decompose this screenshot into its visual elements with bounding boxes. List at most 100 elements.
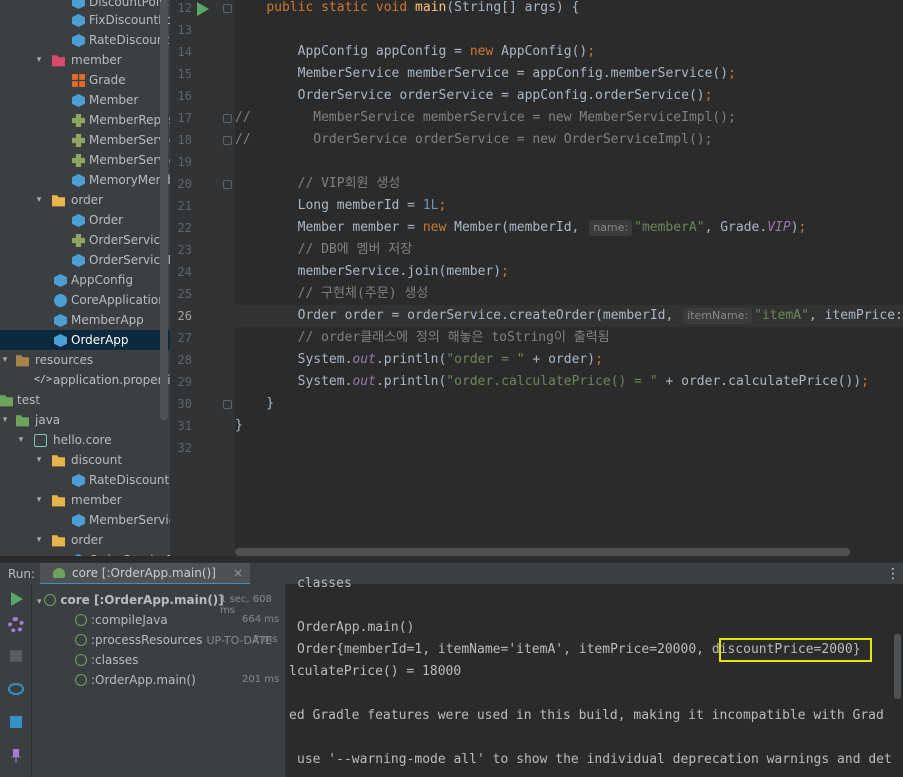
tree-item-label: RateDiscountPo: [89, 473, 170, 487]
tree-item[interactable]: ▾ member: [0, 490, 170, 510]
fold-marker-icon[interactable]: [223, 400, 232, 409]
tree-scrollbar[interactable]: [160, 0, 168, 420]
chevron-down-icon[interactable]: ▾: [0, 410, 10, 430]
code-line[interactable]: // VIP회원 생성: [235, 173, 401, 195]
editor-horizontal-scrollbar[interactable]: [235, 548, 850, 556]
tree-item[interactable]: MemberApp: [0, 310, 170, 330]
tree-item[interactable]: OrderServiceIm: [0, 250, 170, 270]
code-line[interactable]: }: [235, 393, 274, 415]
fold-marker-icon[interactable]: [223, 114, 232, 123]
build-tree-item[interactable]: :classes: [75, 650, 138, 670]
code-line[interactable]: System.out.println("order = " + order);: [235, 349, 603, 371]
run-tab-core[interactable]: core [:OrderApp.main()] ×: [40, 563, 250, 585]
code-line[interactable]: }: [235, 415, 243, 437]
success-check-icon: [75, 674, 87, 686]
chevron-down-icon[interactable]: ▾: [34, 490, 44, 510]
chevron-down-icon[interactable]: ▾: [16, 430, 26, 450]
tree-item[interactable]: RateDiscountPo: [0, 470, 170, 490]
tree-item[interactable]: ▾ order: [0, 190, 170, 210]
run-toolbar: [0, 584, 32, 777]
tree-item[interactable]: Member: [0, 90, 170, 110]
tree-item[interactable]: ▾ member: [0, 50, 170, 70]
rerun-icon[interactable]: [11, 592, 23, 606]
layout-icon[interactable]: [10, 716, 22, 728]
code-line[interactable]: OrderService orderService = appConfig.or…: [235, 85, 713, 107]
fold-marker-icon[interactable]: [223, 180, 232, 189]
console-line: OrderApp.main(): [297, 620, 415, 635]
line-number: 18: [177, 133, 192, 147]
line-number: 31: [177, 419, 192, 433]
parameter-hint: itemName:: [683, 308, 753, 324]
chevron-down-icon[interactable]: ▾: [37, 597, 44, 607]
tree-item[interactable]: ▾ hello.core: [0, 430, 170, 450]
code-line[interactable]: public static void main(String[] args) {: [235, 0, 579, 19]
code-line[interactable]: // OrderService orderService = new Order…: [235, 129, 712, 151]
stop-icon[interactable]: [10, 650, 22, 662]
code-line[interactable]: System.out.println("order.calculatePrice…: [235, 371, 869, 393]
fold-marker-icon[interactable]: [223, 136, 232, 145]
success-check-icon: [75, 614, 87, 626]
tree-item[interactable]: MemberService: [0, 130, 170, 150]
tree-item[interactable]: Grade: [0, 70, 170, 90]
run-main-gutter-icon[interactable]: [197, 2, 209, 16]
tree-item[interactable]: ▾ order: [0, 530, 170, 550]
line-number: 13: [177, 23, 192, 37]
code-line[interactable]: // MemberService memberService = new Mem…: [235, 107, 736, 129]
build-tree-label: :classes: [91, 653, 139, 667]
chevron-down-icon[interactable]: ▾: [34, 190, 44, 210]
tree-item-label: OrderApp: [71, 333, 129, 347]
tree-item[interactable]: RateDiscountPo: [0, 30, 170, 50]
tree-item[interactable]: MemberReposi: [0, 110, 170, 130]
code-line[interactable]: // order클래스에 정의 해놓은 toString이 출력됨: [235, 327, 610, 349]
class-icon: [72, 174, 85, 187]
line-number: 17: [177, 111, 192, 125]
tree-item[interactable]: ▾ resources: [0, 350, 170, 370]
tree-item[interactable]: OrderApp: [0, 330, 170, 350]
tree-item[interactable]: OrderService: [0, 230, 170, 250]
tree-item[interactable]: MemoryMemb: [0, 170, 170, 190]
chevron-down-icon[interactable]: ▾: [34, 450, 44, 470]
tree-item[interactable]: </>application.properties: [0, 370, 170, 390]
console-scrollbar[interactable]: [894, 634, 901, 699]
fold-marker-icon[interactable]: [223, 4, 232, 13]
build-tree[interactable]: ▾ core [:OrderApp.main()] 1 sec, 608 ms:c…: [32, 584, 286, 777]
tree-item-label: application.properties: [53, 373, 170, 387]
tree-item-label: order: [71, 193, 103, 207]
line-number: 32: [177, 441, 192, 455]
build-tree-label: :OrderApp.main(): [91, 673, 196, 687]
code-line[interactable]: // 구현체(주문) 생성: [235, 283, 429, 305]
tree-item[interactable]: MemberService: [0, 510, 170, 530]
code-line[interactable]: Member member = new Member(memberId, nam…: [235, 217, 806, 239]
tree-item[interactable]: ▾ java: [0, 410, 170, 430]
tree-item[interactable]: Order: [0, 210, 170, 230]
code-line[interactable]: Order order = orderService.createOrder(m…: [235, 305, 903, 327]
eye-icon[interactable]: [8, 683, 24, 695]
tree-item[interactable]: MemberService: [0, 150, 170, 170]
tree-item-label: hello.core: [53, 433, 112, 447]
code-line[interactable]: MemberService memberService = appConfig.…: [235, 63, 736, 85]
settings-gear-icon[interactable]: [8, 617, 24, 633]
code-line[interactable]: Long memberId = 1L;: [235, 195, 447, 217]
chevron-down-icon[interactable]: ▾: [34, 530, 44, 550]
line-number: 24: [177, 265, 192, 279]
code-line[interactable]: // DB에 멤버 저장: [235, 239, 413, 261]
project-tree[interactable]: DiscountPolicyFixDiscountPolRateDiscount…: [0, 0, 170, 556]
tree-item[interactable]: CoreApplication: [0, 290, 170, 310]
tree-item[interactable]: ▾ discount: [0, 450, 170, 470]
pin-icon[interactable]: [11, 749, 21, 763]
line-number: 30: [177, 397, 192, 411]
close-icon[interactable]: ×: [233, 563, 243, 584]
build-tree-item[interactable]: :OrderApp.main(): [75, 670, 196, 690]
tree-item[interactable]: FixDiscountPol: [0, 10, 170, 30]
chevron-down-icon[interactable]: ▾: [34, 50, 44, 70]
build-tree-item[interactable]: :processResources UP-TO-DATE: [75, 630, 272, 650]
build-tree-item[interactable]: :compileJava: [75, 610, 168, 630]
chevron-down-icon[interactable]: ▾: [0, 350, 10, 370]
tree-item[interactable]: OrderServiceTe: [0, 550, 170, 556]
more-options-icon[interactable]: ⋮: [886, 563, 900, 585]
build-tree-item[interactable]: ▾ core [:OrderApp.main()]: [37, 590, 224, 610]
tree-item[interactable]: AppConfig: [0, 270, 170, 290]
tree-item[interactable]: ▾test: [0, 390, 170, 410]
code-line[interactable]: AppConfig appConfig = new AppConfig();: [235, 41, 595, 63]
code-line[interactable]: memberService.join(member);: [235, 261, 509, 283]
